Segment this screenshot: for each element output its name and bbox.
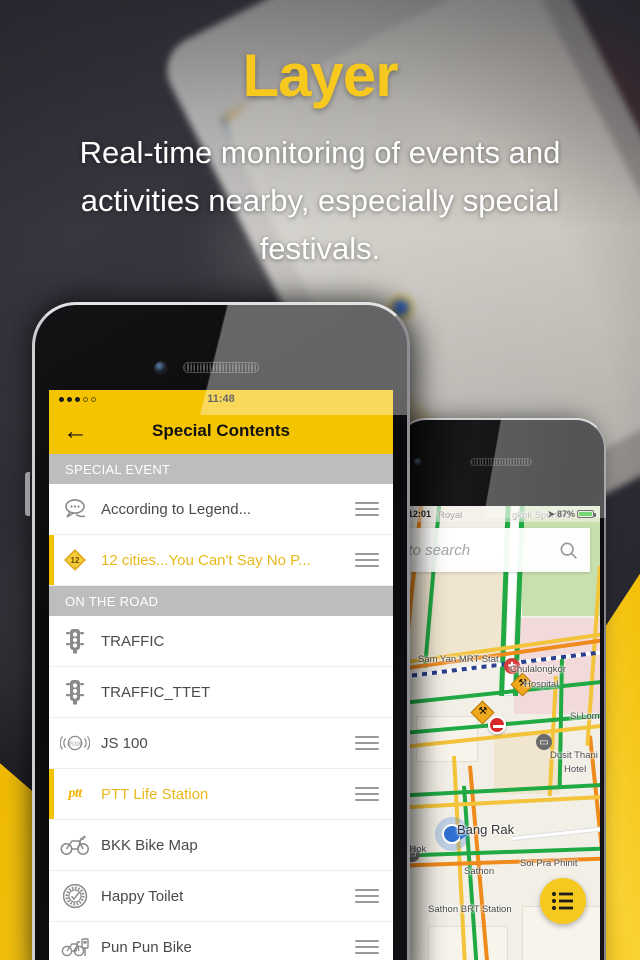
drag-handle-icon[interactable] — [355, 939, 379, 955]
map-label: Chulalongkor — [510, 664, 566, 675]
right-phone-screen: ✚ ▭ ▭ ⚒ ⚒ Royalgkok Sports CSam Yan MRT … — [402, 506, 600, 960]
right-status-bar: 12:01 ➤ 87% — [402, 506, 600, 522]
list-item-label: According to Legend... — [101, 500, 252, 518]
earpiece-speaker — [183, 362, 259, 373]
left-phone-device: 11:48 ← Special Contents SPECIAL EVENT A… — [25, 302, 410, 960]
diamond-12-icon: 12 — [64, 549, 86, 571]
list-item[interactable]: BKK Bike Map — [49, 820, 393, 871]
svg-text:JS100: JS100 — [67, 741, 82, 747]
battery-icon — [577, 510, 596, 518]
map-label: Hotel — [564, 764, 587, 775]
list-item-icon — [49, 834, 101, 856]
list-section-header: ON THE ROAD — [49, 586, 393, 616]
ios-status-bar: 11:48 — [49, 390, 393, 408]
list-item-icon: 12 — [49, 547, 101, 573]
traffic-light-icon — [66, 629, 84, 654]
list-bullets-icon — [552, 892, 573, 910]
check-circle-icon — [62, 883, 88, 909]
list-item-icon — [49, 628, 101, 654]
page-title: Layer — [242, 42, 398, 109]
list-item[interactable]: TRAFFIC_TTET — [49, 667, 393, 718]
app-navigation-bar: ← Special Contents — [49, 408, 393, 454]
drag-handle-icon[interactable] — [355, 501, 379, 517]
drag-handle-icon[interactable] — [355, 888, 379, 904]
nav-title: Special Contents — [152, 421, 290, 440]
contents-list: SPECIAL EVENT According to Legend... 12 … — [49, 454, 393, 960]
back-arrow-icon[interactable]: ← — [63, 418, 91, 444]
map-label: Sathon BRT Station — [428, 904, 512, 915]
status-bar-time: 11:48 — [207, 393, 235, 405]
page-subtitle: Real-time monitoring of events and activ… — [79, 135, 561, 267]
speech-bubble-icon — [65, 499, 86, 518]
hotel-poi-icon[interactable]: ▭ — [536, 734, 552, 750]
map-label: Si Lom — [570, 711, 600, 722]
no-entry-icon[interactable] — [488, 716, 506, 734]
list-item-label: PTT Life Station — [101, 785, 209, 803]
list-item-label: 12 cities...You Can't Say No P... — [101, 551, 311, 569]
right-status-time: 12:01 — [408, 509, 432, 519]
drag-handle-icon[interactable] — [355, 552, 379, 568]
hero-headline: Layer Real-time monitoring of events and… — [0, 44, 640, 273]
list-item[interactable]: 12 12 cities...You Can't Say No P... — [49, 535, 393, 586]
list-item[interactable]: Happy Toilet — [49, 871, 393, 922]
map-layers-fab-button[interactable] — [540, 878, 586, 924]
list-section-header: SPECIAL EVENT — [49, 454, 393, 484]
map-label: Hospital — [524, 679, 559, 690]
map-road — [402, 845, 600, 858]
list-item[interactable]: Pun Pun Bike — [49, 922, 393, 960]
map-block-area — [428, 926, 508, 960]
right-phone-device: ✚ ▭ ▭ ⚒ ⚒ Royalgkok Sports CSam Yan MRT … — [396, 418, 606, 960]
traffic-light-icon — [66, 680, 84, 705]
map-label: Dusit Thani — [550, 750, 598, 761]
list-item-icon — [49, 679, 101, 705]
map-label: Sam Yan MRT Stat — [418, 654, 499, 665]
front-camera-icon — [155, 362, 166, 373]
battery-indicator: ➤ 87% — [547, 508, 596, 520]
list-item-icon: ptt — [49, 786, 101, 802]
list-item-icon — [49, 883, 101, 909]
bicycle-icon — [60, 835, 89, 855]
volume-button[interactable] — [25, 472, 30, 516]
map-label: Sathon — [464, 866, 495, 877]
battery-percent: 87% — [556, 509, 575, 519]
list-item[interactable]: TRAFFIC — [49, 616, 393, 667]
list-item[interactable]: According to Legend... — [49, 484, 393, 535]
location-arrow-icon: ➤ — [547, 508, 555, 519]
search-icon — [560, 542, 577, 559]
map-search-bar[interactable]: Type to search — [402, 528, 590, 572]
bike-rack-icon — [61, 938, 89, 957]
list-item-label: TRAFFIC_TTET — [101, 683, 211, 701]
list-item[interactable]: ptt PTT Life Station — [49, 769, 393, 820]
app-screen: 11:48 ← Special Contents SPECIAL EVENT A… — [49, 390, 393, 960]
svg-text:12: 12 — [71, 556, 80, 565]
list-item-label: Pun Pun Bike — [101, 938, 192, 956]
map-road — [512, 824, 600, 841]
list-item-icon — [49, 935, 101, 959]
ptt-logo-icon: ptt — [68, 786, 82, 801]
list-item-label: TRAFFIC — [101, 632, 165, 650]
map-label: Soi Pra Phinit — [520, 858, 578, 869]
radio-broadcast-icon: JS100 — [60, 735, 90, 751]
drag-handle-icon[interactable] — [355, 786, 379, 802]
map-label: Bang Rak — [457, 822, 515, 837]
list-item[interactable]: JS100 JS 100 — [49, 718, 393, 769]
list-item-label: JS 100 — [101, 734, 148, 752]
map-search-input[interactable]: Type to search — [402, 542, 558, 559]
list-item-label: BKK Bike Map — [101, 836, 198, 854]
drag-handle-icon[interactable] — [355, 735, 379, 751]
list-item-icon — [49, 497, 101, 521]
front-camera-icon — [414, 458, 422, 466]
earpiece-speaker — [470, 458, 532, 466]
list-item-label: Happy Toilet — [101, 887, 184, 905]
list-item-icon: JS100 — [49, 733, 101, 753]
